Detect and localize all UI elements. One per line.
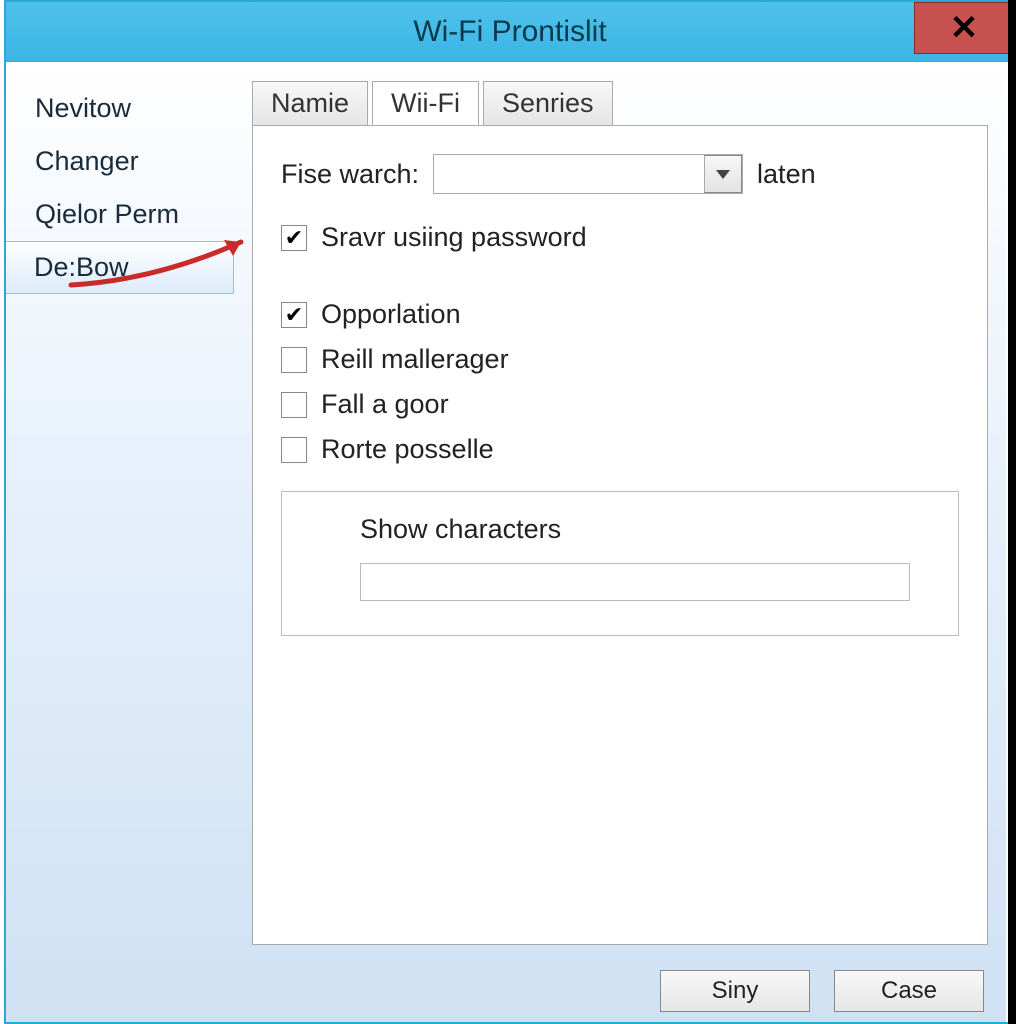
checkbox-icon [281,347,307,373]
checkbox-opporlation[interactable]: Opporlation [281,299,959,330]
checkbox-icon [281,437,307,463]
dialog-body: Nevitow Changer Qielor Perm De:Bow Namie… [6,62,1006,1022]
button-label: Siny [712,977,759,1005]
checkbox-fall-a-goor[interactable]: Fall a goor [281,389,959,420]
fise-label: Fise warch: [281,159,419,190]
show-characters-input[interactable] [360,563,910,601]
tab-wifi[interactable]: Wii-Fi [372,81,479,126]
tab-label: Namie [271,88,349,118]
checkbox-reill-mallerager[interactable]: Reill mallerager [281,344,959,375]
sidebar-item-label: Qielor Perm [35,199,179,229]
tab-senries[interactable]: Senries [483,81,613,126]
sidebar-item-label: Nevitow [35,93,131,123]
group-label: Show characters [360,514,910,545]
button-label: Case [881,977,937,1005]
checkbox-sravr-password[interactable]: Sravr usiing password [281,222,959,253]
window-title: Wi-Fi Prontislit [413,15,606,49]
checkbox-label: Fall a goor [321,389,449,420]
footer-buttons: Siny Case [660,970,984,1012]
checkbox-label: Rorte posselle [321,434,494,465]
tab-namie[interactable]: Namie [252,81,368,126]
checkbox-label: Sravr usiing password [321,222,587,253]
checkbox-label: Reill mallerager [321,344,509,375]
dialog-window: Wi-Fi Prontislit ✕ Nevitow Changer Qielo… [4,0,1016,1024]
close-icon: ✕ [950,8,979,48]
ok-button[interactable]: Siny [660,970,810,1012]
tab-label: Wii-Fi [391,88,460,118]
fise-unit-label: laten [757,159,816,190]
close-button[interactable]: ✕ [914,2,1014,54]
checkbox-label: Opporlation [321,299,461,330]
show-characters-group: Show characters [281,491,959,636]
chevron-down-icon [716,170,730,179]
sidebar-item-qielor-perm[interactable]: Qielor Perm [6,188,234,241]
fise-row: Fise warch: laten [281,154,959,194]
sidebar: Nevitow Changer Qielor Perm De:Bow [6,62,234,1022]
cancel-button[interactable]: Case [834,970,984,1012]
combobox-button[interactable] [704,155,742,193]
checkbox-list: Sravr usiing password Opporlation Reill … [281,222,959,465]
checkbox-icon [281,225,307,251]
sidebar-item-debow[interactable]: De:Bow [6,241,234,294]
sidebar-item-nevitow[interactable]: Nevitow [6,82,234,135]
sidebar-item-label: De:Bow [34,252,129,282]
checkbox-rorte-posselle[interactable]: Rorte posselle [281,434,959,465]
sidebar-item-label: Changer [35,146,139,176]
tab-label: Senries [502,88,594,118]
checkbox-icon [281,302,307,328]
tab-panel: Fise warch: laten Sravr usiing password [252,125,988,945]
tab-strip: Namie Wii-Fi Senries [252,80,988,125]
checkbox-icon [281,392,307,418]
titlebar: Wi-Fi Prontislit ✕ [6,2,1014,62]
main-area: Namie Wii-Fi Senries Fise warch: laten [234,62,1006,1022]
fise-combobox[interactable] [433,154,743,194]
sidebar-item-changer[interactable]: Changer [6,135,234,188]
